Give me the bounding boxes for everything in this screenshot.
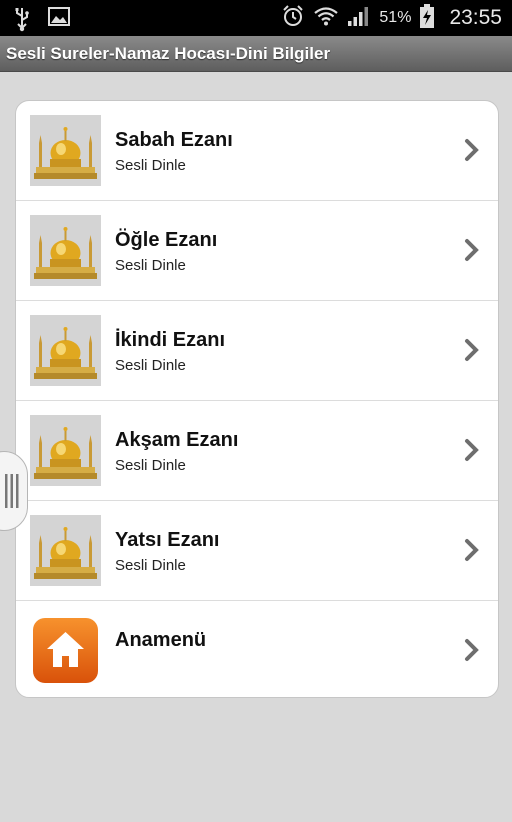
mosque-icon (30, 515, 101, 586)
drag-handle-icon (4, 474, 20, 508)
item-subtitle: Sesli Dinle (115, 357, 186, 374)
mosque-icon (30, 315, 101, 386)
list-item-yatsi-ezani[interactable]: Yatsı Ezanı Sesli Dinle (16, 501, 498, 601)
home-icon (30, 615, 101, 686)
mosque-icon (30, 115, 101, 186)
item-title: İkindi Ezanı (115, 329, 226, 351)
item-subtitle: Sesli Dinle (115, 157, 186, 174)
status-time: 23:55 (449, 6, 502, 29)
item-subtitle: Sesli Dinle (115, 557, 186, 574)
item-subtitle: Sesli Dinle (115, 257, 186, 274)
chevron-right-icon (462, 438, 482, 462)
list-item-ikindi-ezani[interactable]: İkindi Ezanı Sesli Dinle (16, 301, 498, 401)
signal-icon (347, 5, 371, 32)
usb-icon (14, 6, 30, 37)
gallery-icon (48, 6, 70, 37)
item-subtitle: Sesli Dinle (115, 457, 186, 474)
item-title: Öğle Ezanı (115, 229, 218, 251)
chevron-right-icon (462, 138, 482, 162)
battery-charging-icon (419, 3, 435, 34)
chevron-right-icon (462, 338, 482, 362)
mosque-icon (30, 415, 101, 486)
chevron-right-icon (462, 238, 482, 262)
item-title: Yatsı Ezanı (115, 529, 220, 551)
chevron-right-icon (462, 538, 482, 562)
chevron-right-icon (462, 638, 482, 662)
alarm-icon (281, 4, 305, 33)
title-bar: Sesli Sureler-Namaz Hocası-Dini Bilgiler (0, 36, 512, 72)
menu-list: Sabah Ezanı Sesli Dinle Öğle Ezanı Sesli… (15, 100, 499, 698)
list-item-aksam-ezani[interactable]: Akşam Ezanı Sesli Dinle (16, 401, 498, 501)
list-item-ogle-ezani[interactable]: Öğle Ezanı Sesli Dinle (16, 201, 498, 301)
app-title: Sesli Sureler-Namaz Hocası-Dini Bilgiler (6, 44, 331, 63)
list-item-sabah-ezani[interactable]: Sabah Ezanı Sesli Dinle (16, 101, 498, 201)
list-item-anamenu[interactable]: Anamenü (16, 601, 498, 697)
mosque-icon (30, 215, 101, 286)
side-drawer-handle[interactable] (0, 451, 28, 531)
battery-percent: 51% (379, 9, 412, 26)
item-title: Anamenü (115, 629, 207, 651)
item-title: Akşam Ezanı (115, 429, 239, 451)
status-bar: 51% 23:55 (0, 0, 512, 36)
wifi-icon (313, 4, 339, 33)
item-title: Sabah Ezanı (115, 129, 233, 151)
